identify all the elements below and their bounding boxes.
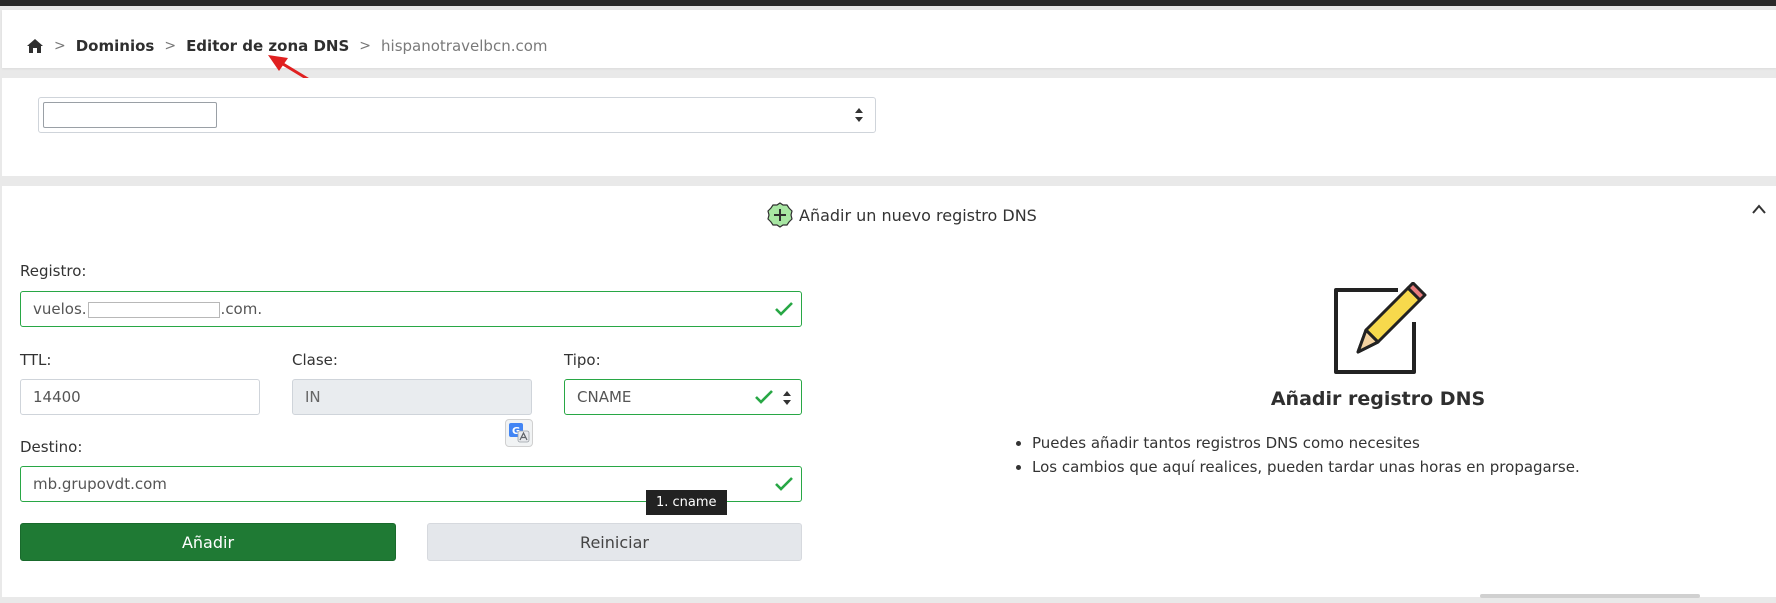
edit-document-icon xyxy=(1334,282,1427,374)
breadcrumb-current-domain: hispanotravelbcn.com xyxy=(381,37,548,55)
select-updown-icon xyxy=(855,108,863,122)
tipo-value: CNAME xyxy=(577,388,632,406)
clase-input: IN xyxy=(292,379,532,415)
clase-label: Clase: xyxy=(292,351,338,369)
registro-input[interactable]: vuelos. .com. xyxy=(20,291,802,327)
plus-circle-icon xyxy=(767,202,793,228)
domain-select-search-input[interactable] xyxy=(43,102,217,128)
check-icon xyxy=(775,302,793,316)
redacted-box xyxy=(87,301,220,318)
breadcrumb-separator: > xyxy=(54,38,66,54)
chevron-up-icon[interactable] xyxy=(1752,204,1766,214)
tipo-label: Tipo: xyxy=(564,351,601,369)
registro-label: Registro: xyxy=(20,262,87,280)
select-updown-icon xyxy=(783,391,791,405)
autocomplete-tooltip[interactable]: 1. cname xyxy=(646,490,727,515)
ttl-label: TTL: xyxy=(20,351,52,369)
breadcrumb-dominios-link[interactable]: Dominios xyxy=(76,37,155,55)
registro-suffix: .com. xyxy=(220,300,263,318)
info-bullet: Los cambios que aquí realices, pueden ta… xyxy=(1032,458,1580,476)
registro-prefix: vuelos. xyxy=(33,300,87,318)
home-icon[interactable] xyxy=(26,38,44,54)
info-bullet: Puedes añadir tantos registros DNS como … xyxy=(1032,434,1580,452)
check-icon xyxy=(755,390,773,404)
reset-button[interactable]: Reiniciar xyxy=(427,523,802,561)
add-record-card: Añadir un nuevo registro DNS Registro: v… xyxy=(2,186,1776,597)
domain-select[interactable] xyxy=(38,97,876,133)
tipo-select[interactable]: CNAME xyxy=(564,379,802,415)
breadcrumb-separator: > xyxy=(359,38,372,54)
destino-label: Destino: xyxy=(20,438,83,456)
scrollbar-hint xyxy=(1480,594,1700,598)
breadcrumb-editor-zona-dns-link[interactable]: Editor de zona DNS xyxy=(186,37,349,55)
domain-select-card xyxy=(2,78,1776,176)
translate-icon[interactable]: G xyxy=(505,419,533,447)
breadcrumb: > Dominios > Editor de zona DNS > hispan… xyxy=(26,37,548,55)
ttl-input[interactable]: 14400 xyxy=(20,379,260,415)
add-record-header[interactable]: Añadir un nuevo registro DNS xyxy=(767,202,1037,228)
destino-value: mb.grupovdt.com xyxy=(33,475,167,493)
info-list: Puedes añadir tantos registros DNS como … xyxy=(1018,434,1580,482)
add-button[interactable]: Añadir xyxy=(20,523,396,561)
breadcrumb-separator: > xyxy=(164,38,177,54)
info-title: Añadir registro DNS xyxy=(1270,388,1486,410)
top-bar xyxy=(0,0,1776,6)
add-record-header-label: Añadir un nuevo registro DNS xyxy=(799,205,1037,225)
check-icon xyxy=(775,477,793,491)
